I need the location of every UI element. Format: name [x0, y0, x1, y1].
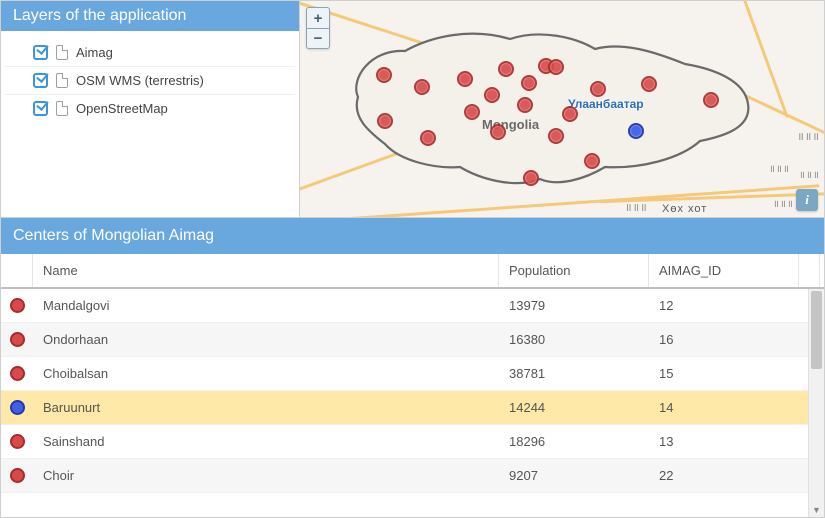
layer-label: OpenStreetMap: [76, 101, 168, 116]
zoom-out-button[interactable]: −: [307, 28, 329, 48]
layer-item[interactable]: OSM WMS (terrestris): [5, 67, 295, 95]
cell-population: 9207: [499, 468, 649, 483]
cell-aimag-id: 14: [649, 400, 799, 415]
scrollbar[interactable]: ▲ ▼: [808, 289, 824, 517]
cell-aimag-id: 16: [649, 332, 799, 347]
row-marker-icon: [10, 298, 25, 313]
cell-name: Ondorhaan: [33, 332, 499, 347]
table-row[interactable]: Choibalsan3878115: [1, 357, 808, 391]
cell-name: Mandalgovi: [33, 298, 499, 313]
row-marker-icon: [10, 332, 25, 347]
map[interactable]: Mongolia Улаанбаатар ॥॥॥ ॥॥॥ ॥॥॥ ॥॥॥ ॥॥॥…: [300, 0, 825, 218]
row-marker-icon: [10, 366, 25, 381]
cell-name: Baruunurt: [33, 400, 499, 415]
grid-header-marker: [1, 254, 33, 287]
cell-population: 13979: [499, 298, 649, 313]
layer-label: Aimag: [76, 45, 113, 60]
edge-label-1: ॥॥॥: [797, 129, 820, 144]
checkbox-checked-icon[interactable]: [33, 45, 48, 60]
zoom-control: + −: [306, 7, 330, 49]
map-marker[interactable]: [641, 76, 657, 92]
grid-header-aimag-id[interactable]: AIMAG_ID: [649, 254, 799, 287]
map-marker[interactable]: [548, 59, 564, 75]
grid-header-population[interactable]: Population: [499, 254, 649, 287]
table-row[interactable]: Baruunurt1424414: [1, 391, 808, 425]
cell-population: 14244: [499, 400, 649, 415]
layer-item[interactable]: Aimag: [5, 39, 295, 67]
info-button[interactable]: i: [796, 189, 818, 211]
grid-panel: Centers of Mongolian Aimag Name Populati…: [0, 218, 825, 518]
cell-name: Sainshand: [33, 434, 499, 449]
cell-aimag-id: 13: [649, 434, 799, 449]
city-label-ulaanbaatar: Улаанбаатар: [568, 97, 644, 111]
map-marker[interactable]: [548, 128, 564, 144]
cell-name: Choir: [33, 468, 499, 483]
scrollbar-thumb[interactable]: [811, 291, 822, 369]
zoom-in-button[interactable]: +: [307, 8, 329, 28]
grid-body: Mandalgovi1397912Ondorhaan1638016Choibal…: [1, 289, 808, 517]
cell-population: 38781: [499, 366, 649, 381]
cell-population: 16380: [499, 332, 649, 347]
map-marker[interactable]: [523, 170, 539, 186]
layers-list: Aimag OSM WMS (terrestris) OpenStreetMap: [1, 31, 299, 217]
layers-panel: Layers of the application Aimag OSM WMS (…: [0, 0, 300, 218]
edge-label-4: ॥॥॥: [773, 196, 794, 210]
map-marker[interactable]: [420, 130, 436, 146]
cell-aimag-id: 12: [649, 298, 799, 313]
map-marker[interactable]: [562, 106, 578, 122]
grid-header-spacer: [799, 254, 820, 287]
map-marker[interactable]: [517, 97, 533, 113]
document-icon: [56, 101, 68, 116]
row-marker-icon: [10, 434, 25, 449]
checkbox-checked-icon[interactable]: [33, 101, 48, 116]
map-marker[interactable]: [498, 61, 514, 77]
layer-item[interactable]: OpenStreetMap: [5, 95, 295, 122]
map-marker[interactable]: [414, 79, 430, 95]
corner-city-label: Хөх хот: [662, 203, 707, 215]
map-marker[interactable]: [457, 71, 473, 87]
layers-panel-title: Layers of the application: [1, 1, 299, 31]
grid-header-name[interactable]: Name: [33, 254, 499, 287]
cell-aimag-id: 15: [649, 366, 799, 381]
document-icon: [56, 73, 68, 88]
document-icon: [56, 45, 68, 60]
layer-label: OSM WMS (terrestris): [76, 73, 204, 88]
map-marker[interactable]: [584, 153, 600, 169]
checkbox-checked-icon[interactable]: [33, 73, 48, 88]
map-marker[interactable]: [484, 87, 500, 103]
row-marker-icon: [10, 468, 25, 483]
map-marker[interactable]: [521, 75, 537, 91]
edge-label-3: ॥॥॥: [799, 167, 820, 181]
map-marker[interactable]: [590, 81, 606, 97]
edge-label-2: ॥॥॥: [769, 161, 790, 175]
map-marker[interactable]: [628, 123, 644, 139]
row-marker-icon: [10, 400, 25, 415]
map-marker[interactable]: [377, 113, 393, 129]
edge-label-6: ॥॥॥: [625, 200, 648, 215]
cell-population: 18296: [499, 434, 649, 449]
map-marker[interactable]: [464, 104, 480, 120]
table-row[interactable]: Ondorhaan1638016: [1, 323, 808, 357]
map-background: Mongolia Улаанбаатар ॥॥॥ ॥॥॥ ॥॥॥ ॥॥॥ ॥॥॥…: [300, 1, 824, 217]
country-outline: [340, 19, 760, 199]
grid-panel-title: Centers of Mongolian Aimag: [1, 218, 824, 254]
scroll-down-icon[interactable]: ▼: [809, 503, 824, 517]
table-row[interactable]: Choir920722: [1, 459, 808, 493]
map-marker[interactable]: [490, 124, 506, 140]
cell-name: Choibalsan: [33, 366, 499, 381]
grid-header-row: Name Population AIMAG_ID: [1, 254, 824, 289]
table-row[interactable]: Mandalgovi1397912: [1, 289, 808, 323]
table-row[interactable]: Sainshand1829613: [1, 425, 808, 459]
cell-aimag-id: 22: [649, 468, 799, 483]
map-marker[interactable]: [376, 67, 392, 83]
map-marker[interactable]: [703, 92, 719, 108]
